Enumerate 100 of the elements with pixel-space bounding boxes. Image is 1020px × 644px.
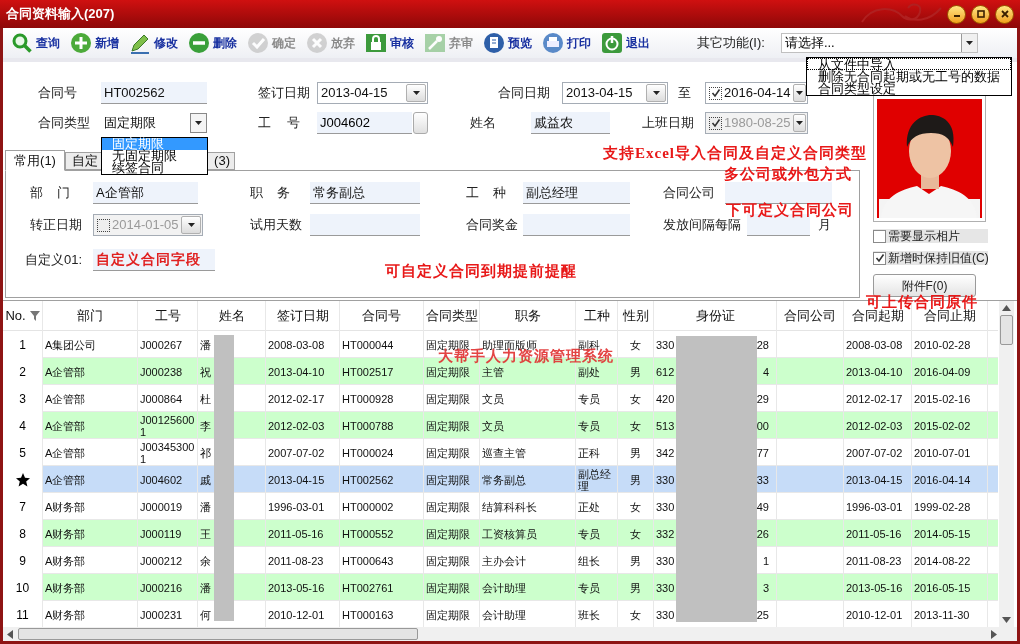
table-cell: 固定期限	[426, 500, 470, 513]
table-cell: 2010-02-28	[914, 338, 971, 351]
table-cell: HT000928	[342, 392, 394, 405]
table-cell: 固定期限	[426, 527, 470, 540]
checkbox-label: 新增时保持旧值(C)	[888, 250, 989, 267]
field-label: 部 门	[30, 184, 70, 203]
table-cell: J000864	[140, 392, 183, 405]
table-cell: 女	[630, 338, 641, 351]
column-header: 工号	[154, 307, 181, 326]
table-cell: 工资核算员	[482, 527, 537, 540]
table-cell: 2013-04-15	[268, 473, 325, 486]
table-cell: 男	[630, 365, 641, 378]
table-cell: 固定期限	[426, 608, 470, 621]
table-cell: 420	[656, 392, 675, 405]
table-cell: 330	[656, 500, 675, 513]
column-header: 工种	[583, 307, 610, 326]
table-cell: 2012-02-03	[846, 419, 903, 432]
field-label: 发放间隔每隔	[663, 217, 742, 235]
field-label: 工 号	[258, 114, 300, 133]
table-cell: 专员	[578, 419, 600, 432]
table-cell: A企管部	[45, 473, 86, 486]
table-cell: HT000552	[342, 527, 394, 540]
checkbox-label: 需要显示相片	[888, 228, 960, 245]
table-cell: 杜	[200, 392, 211, 405]
table-cell: 2010-12-01	[846, 608, 903, 621]
table-cell: 2010-07-01	[914, 446, 971, 459]
table-cell: 2013-05-16	[846, 581, 903, 594]
table-cell: A集团公司	[45, 338, 97, 351]
table-cell: J000231	[140, 608, 183, 621]
table-cell: J000119	[140, 527, 182, 540]
table-cell: 专员	[578, 581, 600, 594]
table-cell: 2011-05-16	[268, 527, 324, 540]
table-cell: 2016-05-15	[914, 581, 971, 594]
table-cell: A企管部	[45, 365, 86, 378]
table-cell: 330	[656, 608, 675, 621]
annotation-text: 多公司或外包方式	[724, 166, 852, 183]
table-cell: J000216	[140, 581, 183, 594]
table-cell: 潘	[200, 581, 211, 594]
unit-label: 月	[818, 217, 831, 235]
table-cell: 男	[630, 446, 641, 459]
table-cell: 3	[762, 581, 769, 594]
column-header: 职务	[514, 307, 541, 326]
table-cell: 2008-03-08	[268, 338, 325, 351]
table-cell: J000238	[140, 365, 183, 378]
table-cell: 1999-02-28	[914, 500, 971, 513]
column-header: No.	[5, 307, 26, 326]
table-cell: A财务部	[45, 581, 86, 594]
table-cell: 00	[756, 419, 769, 432]
table-cell: 2013-11-30	[914, 608, 970, 621]
table-cell: HT002517	[342, 365, 394, 378]
column-header: 合同号	[362, 307, 401, 326]
column-header: 部门	[77, 307, 103, 326]
table-cell: 2013-04-10	[268, 365, 325, 378]
field-label: 职 务	[250, 184, 290, 203]
field-label: 其它功能(I):	[697, 34, 765, 53]
table-cell: J003453001	[140, 440, 195, 465]
table-cell: 固定期限	[426, 473, 470, 486]
table-cell: 潘	[200, 500, 211, 513]
table-cell: 男	[630, 473, 641, 486]
table-cell: 王	[200, 527, 211, 540]
table-cell: J001256001	[140, 413, 195, 438]
column-header: 签订日期	[276, 307, 329, 326]
table-cell: 固定期限	[426, 392, 470, 405]
table-cell: A企管部	[45, 446, 86, 459]
table-cell: 固定期限	[426, 554, 470, 567]
table-cell: 2012-02-03	[268, 419, 325, 432]
field-label: 合同公司	[663, 184, 716, 203]
table-cell: 固定期限	[426, 365, 470, 378]
table-cell: J004602	[140, 473, 183, 486]
table-cell: 1996-03-01	[846, 500, 903, 513]
field-label: 合同奖金	[466, 216, 519, 235]
table-cell: 女	[630, 419, 641, 432]
window-title: 合同资料输入(207)	[5, 5, 115, 24]
table-cell: 2013-04-10	[846, 365, 903, 378]
table-cell: 女	[630, 608, 641, 621]
annotation-text: 下可定义合同公司	[726, 202, 854, 218]
field-label: 上班日期	[642, 114, 695, 133]
table-cell: HT000024	[342, 446, 394, 459]
table-cell: 专员	[578, 392, 600, 405]
table-cell: 专员	[578, 527, 600, 540]
table-cell: 何	[200, 608, 211, 621]
column-header: 合同起期	[851, 308, 904, 326]
table-cell: 祁	[200, 446, 211, 459]
table-cell: J000019	[140, 500, 183, 513]
table-cell: 女	[630, 392, 641, 405]
table-cell: 1	[762, 554, 769, 567]
table-cell: 班长	[578, 608, 600, 621]
column-header: 身份证	[695, 307, 735, 326]
table-cell: 29	[756, 392, 769, 405]
table-cell: 男	[630, 581, 641, 594]
table-cell: 固定期限	[426, 581, 470, 594]
table-cell: 330	[656, 338, 675, 351]
table-cell: 文员	[482, 392, 504, 405]
table-cell-text: 副总经理	[578, 467, 612, 492]
column-header: 性别	[622, 307, 649, 326]
table-cell: 25	[756, 608, 769, 621]
table-cell: A企管部	[45, 392, 86, 405]
table-cell: 2014-05-15	[914, 527, 971, 540]
table-cell: 330	[656, 473, 675, 486]
table-cell: 会计助理	[482, 608, 526, 621]
